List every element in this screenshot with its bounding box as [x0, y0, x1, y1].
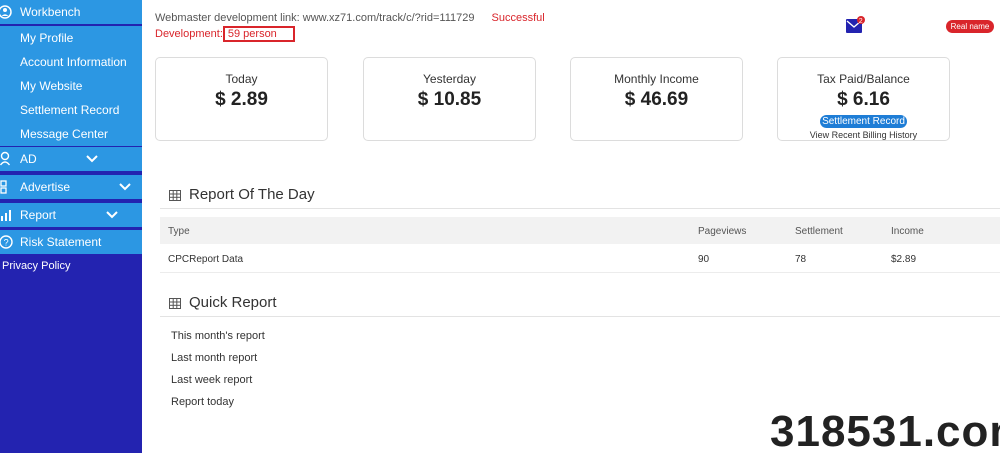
link-label: Webmaster development link:	[155, 12, 300, 24]
watermark: 318531.com	[770, 407, 1000, 453]
link-status: Successful	[491, 12, 545, 24]
column-header-settlement: Settlement	[795, 226, 843, 237]
quick-report-today-link[interactable]: Report today	[171, 396, 234, 408]
sidebar-item-label: Message Center	[20, 127, 109, 141]
development-line: Development: 59 person	[155, 26, 295, 42]
card-yesterday: Yesterday $ 10.85	[363, 57, 536, 141]
sidebar-item-label: Account Information	[20, 55, 127, 69]
column-header-pageviews: Pageviews	[698, 226, 747, 237]
card-tax-balance: Tax Paid/Balance $ 6.16 Settlement Recor…	[777, 57, 950, 141]
sidebar-item-account-information[interactable]: Account Information	[0, 50, 142, 74]
sidebar-item-label: Advertise	[20, 180, 71, 194]
development-link[interactable]: www.xz71.com/track/c/?rid=111729	[303, 12, 475, 24]
sidebar-item-my-profile[interactable]: My Profile	[0, 26, 142, 50]
cell-income: $2.89	[891, 254, 917, 265]
section-title: Quick Report	[189, 294, 277, 311]
sidebar-item-label: Workbench	[20, 5, 81, 19]
development-count: 59 person	[227, 28, 277, 40]
billing-history-link[interactable]: View Recent Billing History	[778, 130, 949, 140]
webmaster-link-line: Webmaster development link: www.xz71.com…	[155, 12, 545, 24]
card-title: Today	[225, 72, 258, 86]
sidebar-item-label: Privacy Policy	[2, 260, 71, 272]
user-icon	[0, 5, 12, 19]
report-of-the-day-header: Report Of The Day	[160, 183, 1000, 209]
table-icon	[169, 298, 181, 309]
sidebar-item-label: Settlement Record	[20, 103, 120, 117]
table-icon	[169, 190, 181, 201]
sidebar-item-advertise[interactable]: Advertise	[0, 175, 142, 199]
svg-text:?: ?	[4, 238, 9, 248]
sidebar: Workbench My Profile Account Information…	[0, 0, 142, 453]
mail-icon[interactable]: 2	[845, 16, 865, 34]
sidebar-item-settlement-record[interactable]: Settlement Record	[0, 98, 142, 122]
card-title: Monthly Income	[614, 72, 699, 86]
sidebar-item-workbench[interactable]: Workbench	[0, 0, 142, 24]
card-value: $ 2.89	[215, 89, 268, 110]
card-value: $ 46.69	[624, 89, 689, 110]
sidebar-item-label: Risk Statement	[20, 235, 102, 249]
real-name-badge[interactable]: Real name	[946, 20, 994, 33]
column-header-type: Type	[168, 226, 190, 237]
sidebar-item-label: AD	[20, 152, 37, 166]
chevron-down-icon	[119, 183, 131, 191]
chevron-down-icon	[106, 211, 118, 219]
sidebar-item-label: My Website	[20, 79, 83, 93]
sidebar-item-ad[interactable]: AD	[0, 147, 142, 171]
column-header-income: Income	[891, 226, 924, 237]
sidebar-item-my-website[interactable]: My Website	[0, 74, 142, 98]
people-icon	[0, 151, 11, 166]
card-today: Today $ 2.89	[155, 57, 328, 141]
sidebar-item-message-center[interactable]: Message Center	[0, 122, 142, 146]
sidebar-item-risk-statement[interactable]: ? Risk Statement	[0, 230, 142, 254]
table-header: Type Pageviews Settlement Income	[160, 217, 1000, 244]
sidebar-item-report[interactable]: Report	[0, 203, 142, 227]
card-value: $ 10.85	[417, 89, 482, 110]
quick-report-this-month-link[interactable]: This month's report	[171, 330, 265, 342]
mail-badge-count: 2	[859, 18, 863, 25]
development-count-box: 59 person	[222, 26, 295, 42]
card-value: $ 6.16	[837, 89, 890, 110]
cell-type: CPCReport Data	[168, 254, 244, 265]
development-label: Development:	[155, 28, 223, 40]
bar-chart-icon	[1, 210, 11, 221]
card-monthly-income: Monthly Income $ 46.69	[570, 57, 743, 141]
table-row: CPCReport Data 90 78 $2.89	[160, 245, 1000, 273]
section-title: Report Of The Day	[189, 186, 315, 203]
sidebar-item-label: Report	[20, 208, 57, 222]
quick-report-last-week-link[interactable]: Last week report	[171, 374, 252, 386]
quick-report-last-month-link[interactable]: Last month report	[171, 352, 257, 364]
question-circle-icon: ?	[0, 235, 13, 249]
cell-pageviews: 90	[698, 254, 710, 265]
grid-icon	[0, 180, 7, 194]
cell-settlement: 78	[795, 254, 807, 265]
quick-report-header: Quick Report	[160, 291, 1000, 317]
settlement-record-link[interactable]: Settlement Record	[820, 115, 907, 128]
card-title: Tax Paid/Balance	[817, 72, 910, 86]
card-title: Yesterday	[423, 72, 476, 86]
sidebar-item-label: My Profile	[20, 31, 74, 45]
chevron-down-icon	[86, 155, 98, 163]
sidebar-item-privacy-policy[interactable]: Privacy Policy	[0, 254, 142, 278]
